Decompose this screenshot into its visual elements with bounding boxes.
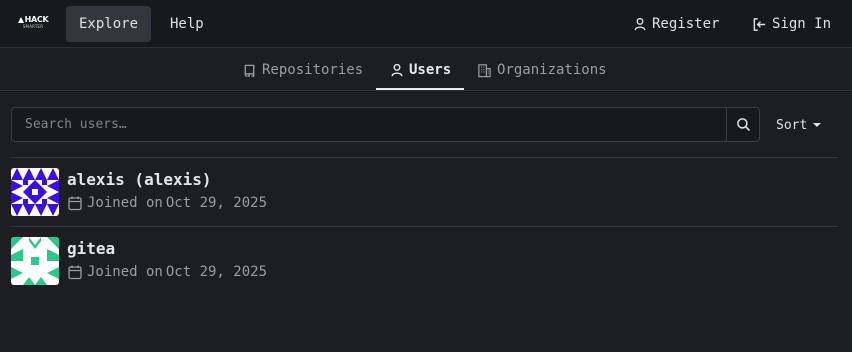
nav-register[interactable]: Register	[620, 6, 732, 42]
list-divider	[11, 226, 838, 227]
nav-explore[interactable]: Explore	[66, 6, 152, 42]
user-name[interactable]: gitea	[67, 239, 115, 258]
calendar-icon	[68, 196, 82, 211]
list-divider	[11, 157, 838, 158]
sort-label: Sort	[776, 117, 808, 133]
nav-sign-in-label: Sign In	[772, 16, 832, 32]
top-navbar: HACK SMARTER Explore Help Register Sign …	[0, 0, 852, 48]
joined-info: Joined on Oct 29, 2025	[67, 195, 267, 211]
user-icon	[391, 63, 403, 77]
tab-users-label: Users	[409, 62, 452, 78]
tab-repositories-label: Repositories	[262, 62, 364, 78]
active-tab-indicator	[376, 88, 464, 90]
nav-sign-in[interactable]: Sign In	[739, 6, 844, 42]
list-item: alexis (alexis) Joined on Oct 29, 2025	[11, 168, 838, 216]
joined-date: Oct 29, 2025	[165, 195, 268, 211]
repo-icon	[244, 64, 255, 77]
joined-date: Oct 29, 2025	[165, 264, 268, 280]
search-icon	[736, 118, 750, 131]
nav-register-label: Register	[652, 16, 720, 32]
organization-icon	[478, 63, 491, 77]
search-button[interactable]	[726, 108, 759, 141]
nav-help-label: Help	[170, 16, 204, 32]
explore-tabs: Repositories Users Organizations	[0, 49, 852, 91]
tab-organizations-label: Organizations	[497, 62, 607, 78]
user-search-bar	[11, 107, 760, 142]
avatar[interactable]	[11, 168, 59, 216]
joined-label: Joined on	[87, 195, 163, 211]
search-input[interactable]	[12, 108, 726, 141]
sign-in-icon	[753, 17, 766, 31]
logo-triangle-icon	[17, 17, 24, 23]
tab-users[interactable]: Users	[388, 49, 453, 91]
tab-organizations[interactable]: Organizations	[475, 49, 609, 91]
joined-info: Joined on Oct 29, 2025	[67, 264, 267, 280]
nav-help[interactable]: Help	[157, 6, 217, 42]
logo-top-text: HACK	[17, 16, 49, 24]
caret-down-icon	[813, 123, 822, 127]
joined-label: Joined on	[87, 264, 163, 280]
calendar-icon	[68, 265, 82, 280]
tab-repositories[interactable]: Repositories	[240, 49, 365, 91]
nav-explore-label: Explore	[79, 16, 139, 32]
sort-dropdown[interactable]: Sort	[776, 116, 822, 134]
site-logo[interactable]: HACK SMARTER	[16, 14, 50, 32]
list-item: gitea Joined on Oct 29, 2025	[11, 237, 838, 285]
user-icon	[634, 17, 646, 31]
avatar[interactable]	[11, 237, 59, 285]
user-name[interactable]: alexis (alexis)	[67, 170, 212, 189]
logo-bottom-text: SMARTER	[22, 24, 44, 29]
